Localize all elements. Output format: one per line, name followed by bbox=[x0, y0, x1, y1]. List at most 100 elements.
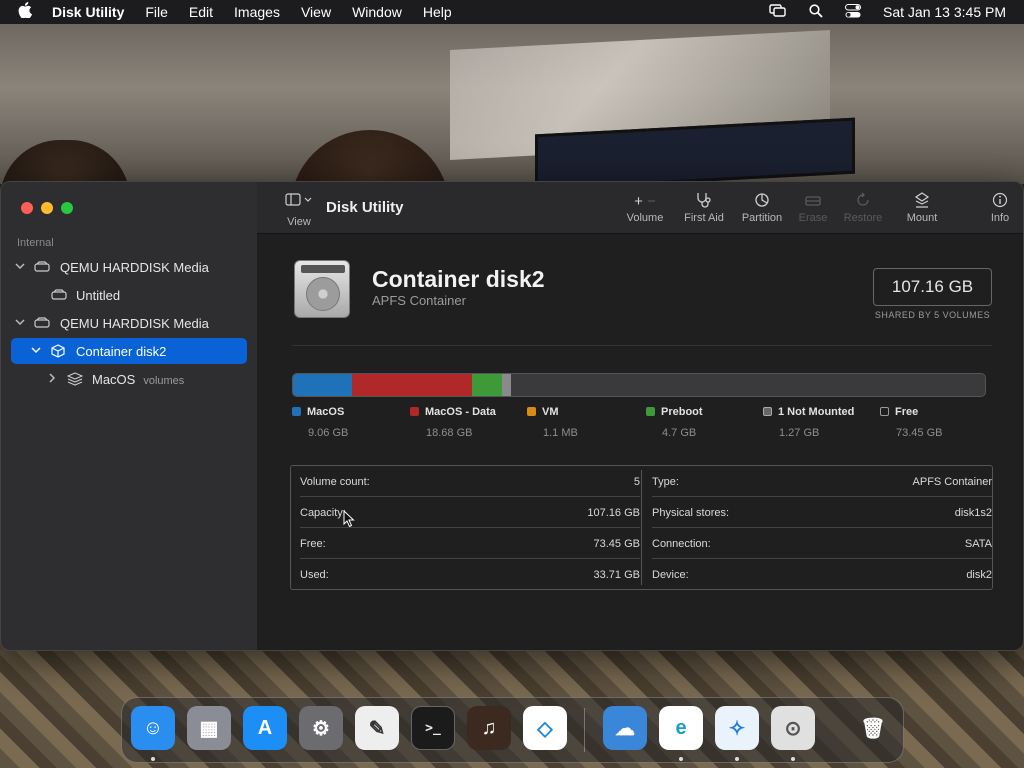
mount-button[interactable]: Mount bbox=[902, 192, 942, 224]
safari-icon[interactable]: ✧ bbox=[715, 706, 759, 750]
legend-size: 73.45 GB bbox=[896, 427, 943, 439]
menu-view[interactable]: View bbox=[301, 4, 331, 20]
info-table: Volume count: 5 Capacity: 107.16 GB Free: 7… bbox=[290, 465, 993, 590]
mount-label: Mount bbox=[906, 212, 938, 224]
erase-button[interactable]: Erase bbox=[795, 192, 831, 224]
legend-swatch bbox=[527, 407, 536, 416]
launchpad-icon[interactable]: ▦ bbox=[187, 706, 231, 750]
capacity-box: 107.16 GB bbox=[873, 268, 992, 306]
usage-segment-1-not-mounted bbox=[502, 374, 511, 396]
legend-name: Preboot bbox=[661, 406, 703, 418]
info-icon bbox=[985, 192, 1015, 212]
info-value: disk2 bbox=[966, 569, 992, 581]
info-value: disk1s2 bbox=[954, 507, 992, 519]
info-key: Type: bbox=[652, 476, 679, 488]
chevron-down-icon[interactable] bbox=[15, 318, 25, 329]
toolbar: View Disk Utility + − Volume First Aid P… bbox=[257, 182, 1023, 234]
legend-item-preboot: Preboot 4.7 GB bbox=[646, 406, 703, 439]
chevron-down-icon[interactable] bbox=[31, 346, 41, 357]
legend-item-macos-data: MacOS - Data 18.68 GB bbox=[410, 406, 496, 439]
info-divider bbox=[641, 470, 642, 585]
info-button[interactable]: Info bbox=[985, 192, 1015, 224]
terminal-icon[interactable]: >_ bbox=[411, 706, 455, 750]
system-settings-icon[interactable]: ⚙ bbox=[299, 706, 343, 750]
menu-edit[interactable]: Edit bbox=[189, 4, 213, 20]
window-close-button[interactable] bbox=[21, 202, 33, 214]
menu-images[interactable]: Images bbox=[234, 4, 280, 20]
first-aid-button[interactable]: First Aid bbox=[679, 192, 729, 224]
legend-item-macos: MacOS 9.06 GB bbox=[292, 406, 348, 439]
usage-segment-macos bbox=[293, 374, 352, 396]
apple-menu-icon[interactable] bbox=[18, 2, 38, 22]
legend-name: MacOS - Data bbox=[425, 406, 496, 418]
info-column-right: Type: APFS Container Physical stores: disk… bbox=[652, 466, 992, 590]
window-zoom-button[interactable] bbox=[61, 202, 73, 214]
sidebar-item-macos-volumes[interactable]: MacOS volumes bbox=[11, 366, 247, 392]
vscode-icon[interactable]: ◇ bbox=[523, 706, 567, 750]
legend-item-1-not-mounted: 1 Not Mounted 1.27 GB bbox=[763, 406, 855, 439]
spotlight-search-icon[interactable] bbox=[809, 3, 823, 21]
info-value: 5 bbox=[633, 476, 640, 488]
legend-swatch bbox=[646, 407, 655, 416]
main-content: View Disk Utility + − Volume First Aid P… bbox=[257, 182, 1023, 650]
running-indicator bbox=[735, 757, 739, 761]
sidebar-item-qemu-disk-2[interactable]: QEMU HARDDISK Media bbox=[11, 310, 247, 336]
sidebar-section-internal: Internal bbox=[17, 237, 54, 249]
info-row-used: Used: 33.71 GB bbox=[300, 559, 640, 590]
info-row-physical-stores: Physical stores: disk1s2 bbox=[652, 497, 992, 528]
erase-label: Erase bbox=[798, 212, 828, 224]
weather-icon[interactable]: ☁ bbox=[603, 706, 647, 750]
info-value: 73.45 GB bbox=[593, 538, 640, 550]
eraser-icon bbox=[795, 192, 831, 212]
sidebar-item-container-disk2[interactable]: Container disk2 bbox=[11, 338, 247, 364]
legend-name: 1 Not Mounted bbox=[778, 406, 855, 418]
app-store-icon[interactable]: A bbox=[243, 706, 287, 750]
info-row-device: Device: disk2 bbox=[652, 559, 992, 590]
sidebar-item-label: MacOS volumes bbox=[92, 372, 184, 387]
info-value: 107.16 GB bbox=[587, 507, 640, 519]
running-indicator bbox=[151, 757, 155, 761]
menu-clock[interactable]: Sat Jan 13 3:45 PM bbox=[883, 4, 1006, 20]
chevron-right-icon[interactable] bbox=[48, 372, 56, 386]
screen-mirroring-icon[interactable] bbox=[769, 3, 787, 21]
info-key: Used: bbox=[300, 569, 329, 581]
finder-icon[interactable]: ☺ bbox=[131, 706, 175, 750]
legend-swatch bbox=[292, 407, 301, 416]
sidebar-item-untitled[interactable]: Untitled bbox=[11, 282, 247, 308]
chevron-down-icon[interactable] bbox=[15, 262, 25, 273]
menu-file[interactable]: File bbox=[145, 4, 168, 20]
menu-help[interactable]: Help bbox=[423, 4, 452, 20]
textedit-icon[interactable]: ✎ bbox=[355, 706, 399, 750]
sidebar-item-label-text: MacOS bbox=[92, 371, 136, 387]
legend-size: 1.1 MB bbox=[543, 427, 578, 439]
menu-window[interactable]: Window bbox=[352, 4, 402, 20]
sidebar-item-label: QEMU HARDDISK Media bbox=[60, 259, 209, 275]
sidebar-item-label: QEMU HARDDISK Media bbox=[60, 315, 209, 331]
mount-eject-icon bbox=[902, 192, 942, 212]
restore-button[interactable]: Restore bbox=[841, 192, 885, 224]
volume-icon bbox=[51, 289, 67, 301]
sidebar: Internal QEMU HARDDISK Media Untitled QE… bbox=[1, 182, 257, 650]
partition-button[interactable]: Partition bbox=[737, 192, 787, 224]
trash-icon[interactable]: 🗑 bbox=[851, 706, 895, 750]
stethoscope-icon bbox=[679, 192, 729, 212]
legend-name: Free bbox=[895, 406, 919, 418]
sidebar-item-qemu-disk-1[interactable]: QEMU HARDDISK Media bbox=[11, 254, 247, 280]
sidebar-view-button[interactable]: View bbox=[279, 192, 319, 230]
menu-app-name[interactable]: Disk Utility bbox=[52, 4, 124, 20]
legend-swatch bbox=[410, 407, 419, 416]
sidebar-item-label: Container disk2 bbox=[76, 343, 167, 359]
edge-icon[interactable]: e bbox=[659, 706, 703, 750]
add-remove-volume-button[interactable]: + − Volume bbox=[623, 192, 667, 224]
legend-item-vm: VM 1.1 MB bbox=[527, 406, 578, 439]
volume-group-stack-icon bbox=[66, 372, 84, 386]
sidebar-toggle-icon bbox=[279, 192, 319, 212]
garageband-icon[interactable]: ♫ bbox=[467, 706, 511, 750]
control-center-icon[interactable] bbox=[845, 3, 862, 21]
view-label: View bbox=[287, 216, 311, 228]
detail-title: Container disk2 bbox=[372, 266, 545, 292]
window-minimize-button[interactable] bbox=[41, 202, 53, 214]
disk-utility-icon[interactable]: ⊙ bbox=[771, 706, 815, 750]
sidebar-item-sublabel: volumes bbox=[143, 374, 185, 387]
capacity-note: SHARED BY 5 VOLUMES bbox=[874, 310, 991, 320]
